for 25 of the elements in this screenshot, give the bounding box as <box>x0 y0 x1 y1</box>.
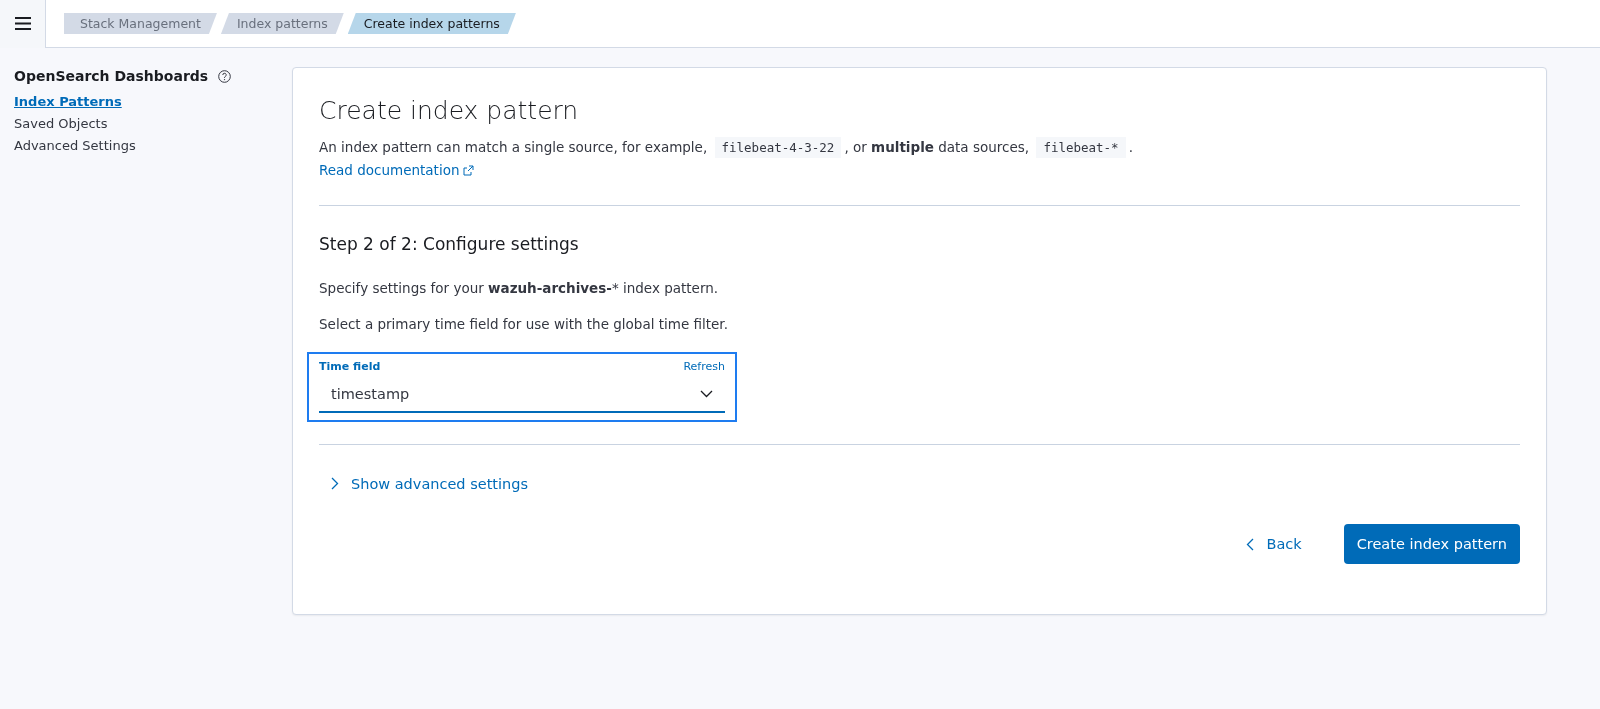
sidebar-title: OpenSearch Dashboards <box>14 68 209 84</box>
step-title: Step 2 of 2: Configure settings <box>319 234 580 254</box>
external-link-icon <box>463 164 475 176</box>
help-icon[interactable] <box>218 69 232 83</box>
read-documentation-link[interactable]: Read documentation <box>319 162 475 178</box>
create-index-pattern-button[interactable]: Create index pattern <box>1343 524 1520 564</box>
chevron-icon <box>331 477 339 490</box>
field-label: Time field <box>319 360 381 373</box>
breadcrumb[interactable]: Create index patterns <box>347 13 516 34</box>
chevron-left-icon <box>1246 537 1255 551</box>
sidebar-item[interactable]: Advanced Settings <box>14 138 292 153</box>
time-field-hint: Select a primary time field for use with the global time filter. <box>319 316 729 332</box>
back-button[interactable]: Back <box>1240 535 1308 553</box>
description-text: An index pattern can match a single source, for example, filebeat-4-3-22 , or multiple data sources, filebeat-* . <box>319 135 1520 160</box>
step-description: Specify settings for your wazuh-archives-* index pattern. <box>319 280 720 296</box>
sidebar-item[interactable]: Index Patterns <box>14 94 292 109</box>
breadcrumb[interactable]: Index patterns <box>220 13 344 34</box>
chevron-down-icon <box>700 390 713 398</box>
menu-button[interactable] <box>0 0 46 48</box>
advanced-settings-toggle[interactable]: Show advanced settings <box>319 475 528 492</box>
menu-icon <box>14 17 31 30</box>
refresh-link[interactable]: Refresh <box>683 360 725 373</box>
sidebar-item[interactable]: Saved Objects <box>14 116 292 131</box>
breadcrumb[interactable]: Stack Management <box>64 13 217 34</box>
page-title: Create index pattern <box>319 96 580 125</box>
